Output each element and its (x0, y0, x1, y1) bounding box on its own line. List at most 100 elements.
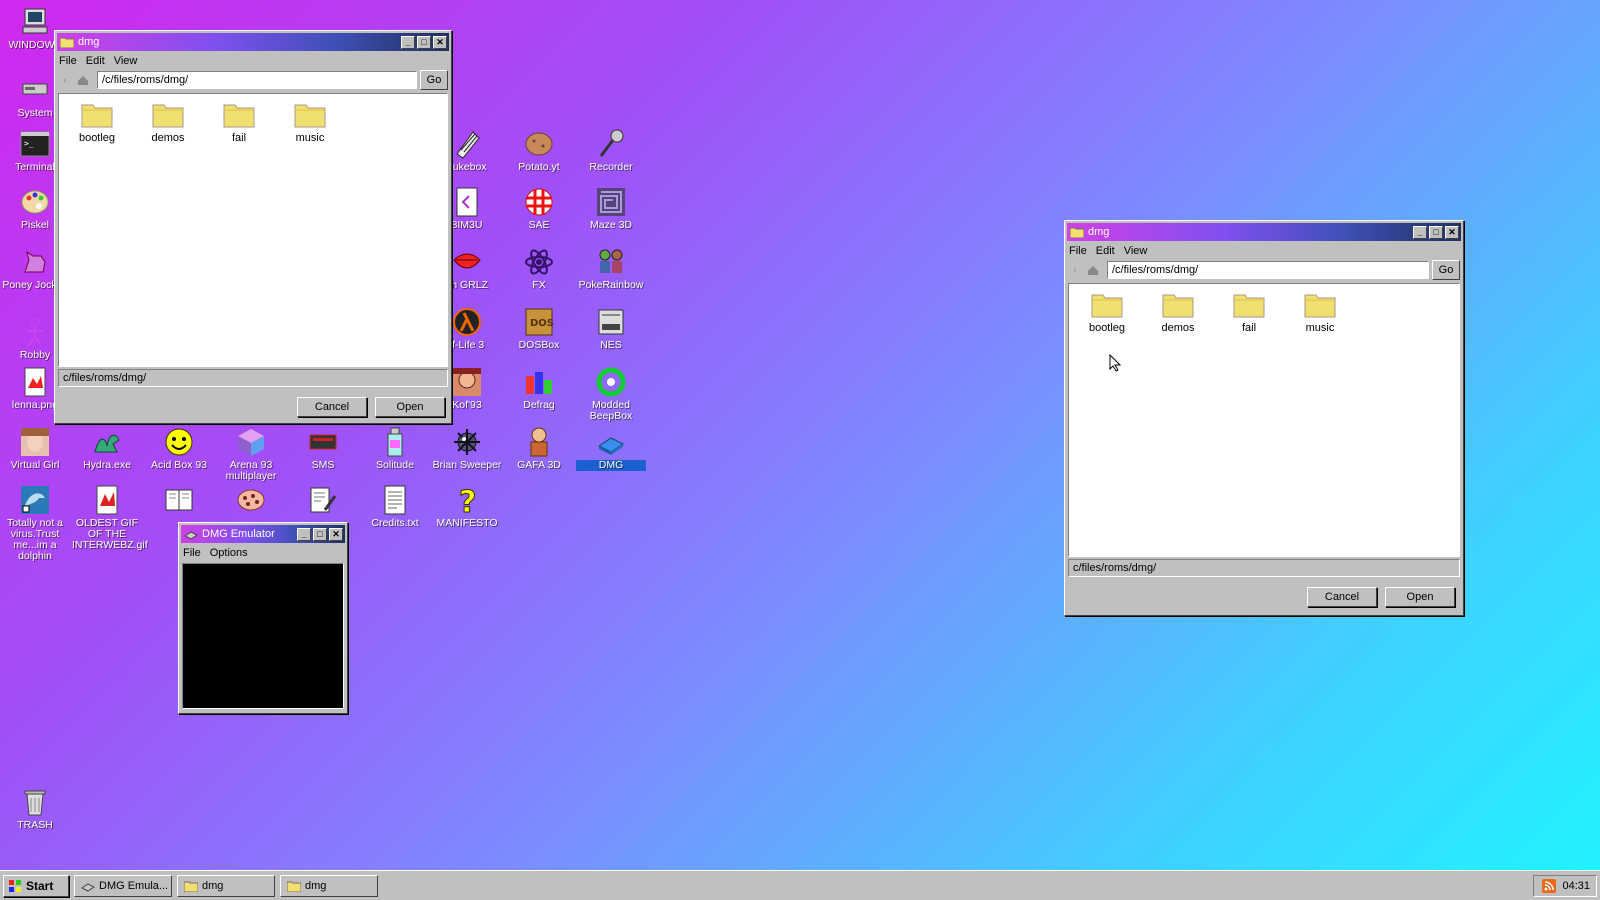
open-button[interactable]: Open (1385, 587, 1455, 607)
menu-view[interactable]: View (1124, 245, 1148, 257)
pony-icon (24, 250, 46, 273)
question-mark-icon: ? (459, 485, 477, 517)
desktop-icon-maze-3d[interactable]: Maze 3D (576, 186, 646, 231)
desktop-icon-document-edit[interactable] (288, 484, 358, 518)
mouse-cursor-icon (1109, 354, 1121, 372)
hydra-icon (94, 434, 120, 453)
desktop-icon-potato[interactable]: Potato.yt (504, 128, 574, 173)
titlebar[interactable]: DMG Emulator _ □ ✕ (181, 525, 345, 543)
menu-view[interactable]: View (114, 55, 138, 67)
start-button[interactable]: Start (3, 875, 69, 897)
maximize-button[interactable]: □ (1429, 225, 1443, 239)
emulator-icon (81, 883, 95, 892)
address-input[interactable] (97, 71, 417, 89)
desktop-icon-nes[interactable]: NES (576, 306, 646, 351)
desktop-icon-trash[interactable]: TRASH (0, 786, 70, 831)
desktop-icon-acid-box[interactable]: Acid Box 93 (144, 426, 214, 471)
maze-icon (597, 188, 625, 216)
back-button[interactable]: ‹ (1068, 261, 1082, 279)
desktop-icon-gafa-3d[interactable]: GAFA 3D (504, 426, 574, 471)
menubar: File Edit View (1065, 243, 1463, 259)
desktop-icon-dmg[interactable]: DMG (576, 426, 646, 471)
go-button[interactable]: Go (420, 70, 448, 90)
folder-item-music[interactable]: music (1290, 292, 1350, 334)
desktop-icon-arena-93[interactable]: Arena 93 multiplayer (216, 426, 286, 482)
desktop-icon-manifesto[interactable]: ? MANIFESTO (432, 484, 502, 529)
back-button[interactable]: ‹ (58, 71, 72, 89)
menu-options[interactable]: Options (210, 547, 248, 559)
desktop-icon-cookie[interactable] (216, 484, 286, 518)
cartridge-icon (598, 437, 624, 455)
desktop-icon-dosbox[interactable]: DOS DOSBox (504, 306, 574, 351)
close-button[interactable]: ✕ (1445, 225, 1459, 239)
nes-console-icon (598, 309, 624, 335)
desktop-icon-solitude[interactable]: Solitude (360, 426, 430, 471)
go-button[interactable]: Go (1432, 260, 1460, 280)
minimize-button[interactable]: _ (297, 527, 311, 541)
menu-file[interactable]: File (59, 55, 77, 67)
desktop-icon-sae[interactable]: SAE (504, 186, 574, 231)
task-dmg-emulator[interactable]: DMG Emula... (74, 875, 172, 897)
open-button[interactable]: Open (375, 397, 445, 417)
maximize-icon: □ (1433, 226, 1439, 237)
desktop-icon-oldest-gif[interactable]: OLDEST GIF OF THE INTERWEBZ.gif (72, 484, 148, 551)
menu-edit[interactable]: Edit (1096, 245, 1115, 257)
close-button[interactable]: ✕ (329, 527, 343, 541)
desktop-icon-credits[interactable]: Credits.txt (360, 484, 430, 529)
folder-item-demos[interactable]: demos (1148, 292, 1208, 334)
folder-item-demos[interactable]: demos (138, 102, 198, 144)
address-input[interactable] (1107, 261, 1429, 279)
folder-icon (294, 104, 326, 128)
window-title: dmg (1088, 226, 1110, 238)
cancel-button[interactable]: Cancel (1307, 587, 1377, 607)
desktop-icon-beepbox[interactable]: Modded BeepBox (576, 366, 646, 422)
minimize-button[interactable]: _ (401, 35, 415, 49)
microphone-icon (599, 129, 624, 157)
desktop-icon-brian-sweeper[interactable]: Brian Sweeper (432, 426, 502, 471)
desktop-icon-hydra[interactable]: Hydra.exe (72, 426, 142, 471)
path-field[interactable]: c/files/roms/dmg/ (1068, 559, 1460, 577)
ring-icon (596, 367, 626, 397)
folder-item-fail[interactable]: fail (209, 102, 269, 144)
home-button[interactable] (1082, 261, 1104, 279)
minimize-icon: _ (301, 528, 307, 539)
menu-file[interactable]: File (1069, 245, 1087, 257)
trash-icon (24, 790, 46, 816)
desktop-icon-recorder[interactable]: Recorder (576, 128, 646, 173)
menu-edit[interactable]: Edit (86, 55, 105, 67)
task-dmg-1[interactable]: dmg (177, 875, 275, 897)
titlebar[interactable]: dmg _ □ ✕ (1067, 223, 1461, 241)
desktop-icon-virtual-girl[interactable]: Virtual Girl (0, 426, 70, 471)
desktop-icon-dolphin[interactable]: Totally not a virus.Trust me...im a dolp… (0, 484, 70, 562)
text-file-icon (384, 485, 406, 515)
emulator-screen[interactable] (182, 563, 344, 709)
minimize-button[interactable]: _ (1413, 225, 1427, 239)
menu-file[interactable]: File (183, 547, 201, 559)
desktop-icon-sms[interactable]: SMS (288, 426, 358, 471)
folder-icon (287, 881, 301, 892)
home-button[interactable] (72, 71, 94, 89)
folder-icon (184, 881, 198, 892)
maximize-button[interactable]: □ (313, 527, 327, 541)
desktop-icon-defrag[interactable]: Defrag (504, 366, 574, 411)
folder-icon (1091, 294, 1123, 318)
folder-item-bootleg[interactable]: bootleg (67, 102, 127, 144)
titlebar[interactable]: dmg _ □ ✕ (57, 33, 449, 51)
bottle-icon (387, 427, 403, 457)
rss-icon[interactable] (1542, 879, 1557, 893)
jukebox-icon (456, 131, 480, 159)
folder-item-fail[interactable]: fail (1219, 292, 1279, 334)
maximize-icon: □ (421, 36, 427, 47)
desktop-icon-fx[interactable]: FX (504, 246, 574, 291)
close-button[interactable]: ✕ (433, 35, 447, 49)
atom-icon (525, 249, 553, 275)
folder-item-music[interactable]: music (280, 102, 340, 144)
maximize-button[interactable]: □ (417, 35, 431, 49)
cancel-button[interactable]: Cancel (297, 397, 367, 417)
folder-item-bootleg[interactable]: bootleg (1077, 292, 1137, 334)
path-field[interactable]: c/files/roms/dmg/ (58, 369, 448, 387)
desktop-icon-pokerainbow[interactable]: PokeRainbow (576, 246, 646, 291)
desktop-icon-book[interactable] (144, 484, 214, 518)
face-icon (21, 428, 49, 456)
task-dmg-2[interactable]: dmg (280, 875, 378, 897)
